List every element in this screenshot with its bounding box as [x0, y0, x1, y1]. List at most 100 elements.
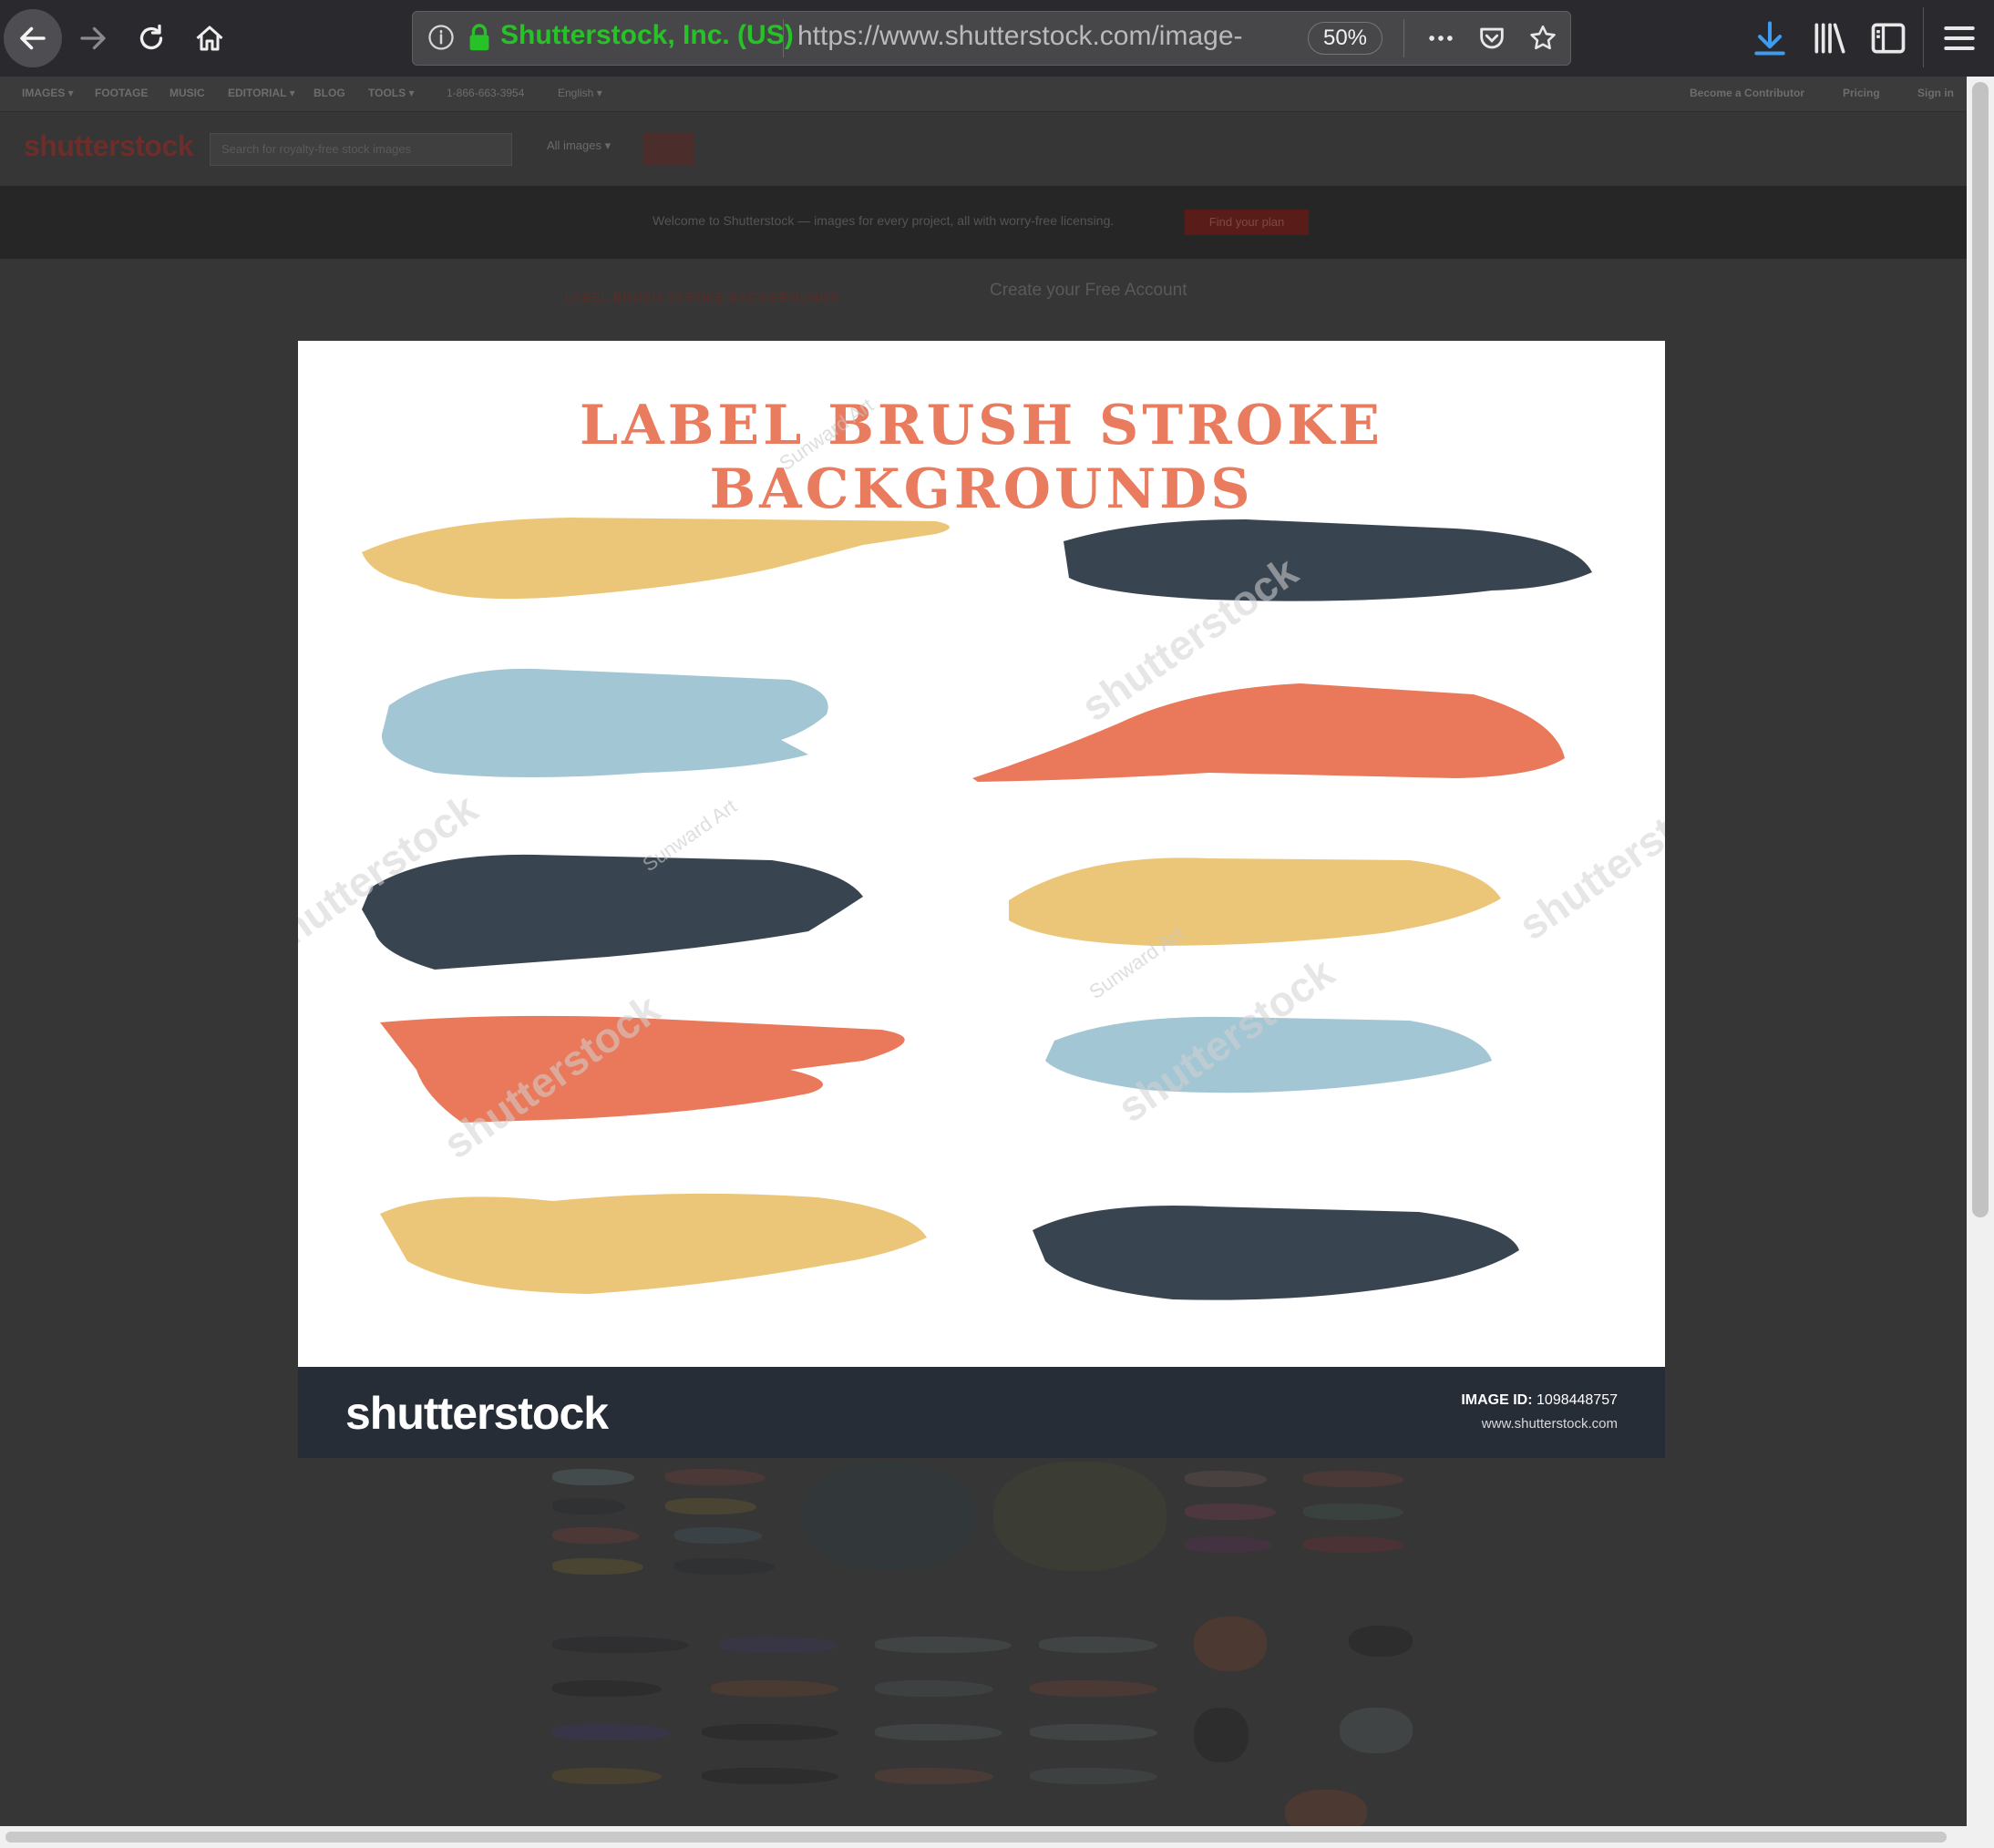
thumb-stroke — [1030, 1724, 1157, 1740]
image-id-label: IMAGE ID: — [1461, 1392, 1533, 1408]
download-icon[interactable] — [1750, 18, 1790, 58]
nav-blog[interactable]: BLOG — [313, 87, 345, 99]
search-placeholder: Search for royalty-free stock images — [221, 142, 412, 156]
thumb-blob — [1194, 1617, 1267, 1671]
home-icon — [196, 26, 223, 51]
thumb-blob — [1349, 1626, 1413, 1657]
brush-strokes — [362, 518, 1592, 1300]
toolbar-divider — [1923, 7, 1924, 67]
thumb-stroke — [875, 1768, 993, 1784]
find-plan-button[interactable]: Find your plan — [1185, 210, 1309, 235]
info-icon[interactable] — [427, 24, 455, 51]
back-icon — [20, 26, 46, 50]
search-button[interactable] — [643, 133, 694, 166]
brush-stroke-yellow — [1009, 857, 1501, 946]
site-search-input[interactable]: Search for royalty-free stock images — [210, 133, 512, 166]
thumb-stroke — [552, 1637, 689, 1653]
home-button[interactable] — [182, 11, 237, 66]
browser-toolbar: Shutterstock, Inc. (US) https://www.shut… — [0, 0, 1994, 77]
menu-icon[interactable] — [1939, 18, 1979, 58]
nav-images[interactable]: IMAGES ▾ — [22, 87, 74, 99]
url-text[interactable]: https://www.shutterstock.com/image- — [797, 21, 1308, 52]
more-icon[interactable] — [1424, 23, 1457, 54]
preview-image[interactable]: LABEL BRUSH STROKE BACKGROUNDS shutterst… — [298, 341, 1665, 1367]
thumb-stroke — [1185, 1536, 1272, 1553]
site-identity[interactable]: Shutterstock, Inc. (US) — [500, 20, 794, 51]
image-id-value: 1098448757 — [1537, 1392, 1618, 1408]
banner-text: Welcome to Shutterstock — images for eve… — [653, 213, 1115, 228]
thumb-stroke — [674, 1558, 775, 1575]
thumb-stroke — [1030, 1680, 1157, 1697]
url-divider — [783, 19, 784, 57]
nav-phone[interactable]: 1-866-663-3954 — [447, 87, 524, 99]
thumb-blob — [1285, 1790, 1367, 1826]
thumb-blob — [1340, 1708, 1413, 1753]
thumb-stroke — [552, 1680, 662, 1697]
nav-contributor[interactable]: Become a Contributor — [1690, 87, 1804, 99]
url-bar[interactable]: Shutterstock, Inc. (US) https://www.shut… — [412, 11, 1571, 66]
image-id: IMAGE ID: 1098448757 — [1461, 1392, 1618, 1409]
nav-signin[interactable]: Sign in — [1917, 87, 1954, 99]
brush-stroke-slate — [1033, 1206, 1519, 1300]
thumb-stroke — [674, 1527, 762, 1544]
brush-stroke-yellow — [380, 1193, 927, 1294]
background-image-title: LABEL BRUSH STROKE BACKGROUNDS — [565, 290, 839, 304]
create-account-heading: Create your Free Account — [990, 281, 1187, 300]
thumb-stroke — [552, 1724, 671, 1740]
thumb-stroke — [552, 1527, 639, 1544]
footer-logo: shutterstock — [345, 1388, 609, 1439]
lock-icon — [469, 24, 489, 51]
thumb-splatter — [802, 1462, 975, 1571]
thumb-stroke — [702, 1724, 838, 1740]
thumb-stroke — [1303, 1536, 1403, 1553]
thumb-splatter — [993, 1462, 1167, 1571]
preview-footer: shutterstock IMAGE ID: 1098448757 www.sh… — [298, 1367, 1665, 1458]
horizontal-scroll-thumb[interactable] — [5, 1832, 1947, 1843]
thumb-stroke — [875, 1637, 1012, 1653]
footer-url: www.shutterstock.com — [1481, 1416, 1618, 1432]
thumb-stroke — [665, 1498, 756, 1514]
vertical-scroll-thumb[interactable] — [1972, 82, 1989, 1217]
thumb-stroke — [552, 1768, 662, 1784]
nav-editorial[interactable]: EDITORIAL ▾ — [228, 87, 295, 99]
vertical-scrollbar[interactable] — [1967, 77, 1994, 1848]
thumb-stroke — [711, 1680, 838, 1697]
reload-icon — [139, 24, 163, 50]
thumb-stroke — [1303, 1504, 1403, 1520]
thumb-stroke — [875, 1680, 993, 1697]
brush-stroke-slate — [362, 854, 863, 970]
brush-stroke-coral — [972, 683, 1565, 782]
brush-stroke-yellow — [362, 518, 950, 600]
thumb-stroke — [1185, 1471, 1267, 1487]
brush-stroke-blue — [381, 668, 828, 777]
pocket-icon[interactable] — [1475, 23, 1508, 54]
search-scope-select[interactable]: All images ▾ — [547, 139, 611, 153]
thumb-stroke — [875, 1724, 1002, 1740]
site-logo[interactable]: shutterstock — [24, 129, 194, 163]
reload-button[interactable] — [124, 11, 179, 66]
library-icon[interactable] — [1810, 18, 1850, 58]
url-divider-2 — [1403, 19, 1404, 57]
forward-button[interactable] — [66, 11, 120, 66]
nav-footage[interactable]: FOOTAGE — [95, 87, 148, 99]
zoom-level[interactable]: 50% — [1308, 22, 1382, 55]
back-button[interactable] — [4, 9, 62, 67]
thumb-stroke — [720, 1637, 838, 1653]
image-preview-modal[interactable]: LABEL BRUSH STROKE BACKGROUNDS shutterst… — [298, 341, 1665, 1458]
bookmark-star-icon[interactable] — [1526, 23, 1559, 54]
thumb-stroke — [665, 1469, 766, 1485]
thumb-stroke — [1039, 1637, 1157, 1653]
nav-tools[interactable]: TOOLS ▾ — [368, 87, 414, 99]
thumb-stroke — [1185, 1504, 1276, 1520]
sidebar-icon[interactable] — [1868, 18, 1908, 58]
nav-language[interactable]: English ▾ — [558, 87, 602, 99]
nav-pricing[interactable]: Pricing — [1843, 87, 1880, 99]
thumb-stroke — [552, 1498, 625, 1514]
site-nav: IMAGES ▾ FOOTAGE MUSIC EDITORIAL ▾ BLOG … — [0, 77, 1967, 112]
nav-music[interactable]: MUSIC — [170, 87, 205, 99]
forward-icon — [80, 26, 106, 50]
thumb-stroke — [702, 1768, 838, 1784]
horizontal-scrollbar[interactable] — [0, 1826, 1967, 1848]
thumb-stroke — [552, 1558, 643, 1575]
thumb-blob — [1194, 1708, 1249, 1762]
